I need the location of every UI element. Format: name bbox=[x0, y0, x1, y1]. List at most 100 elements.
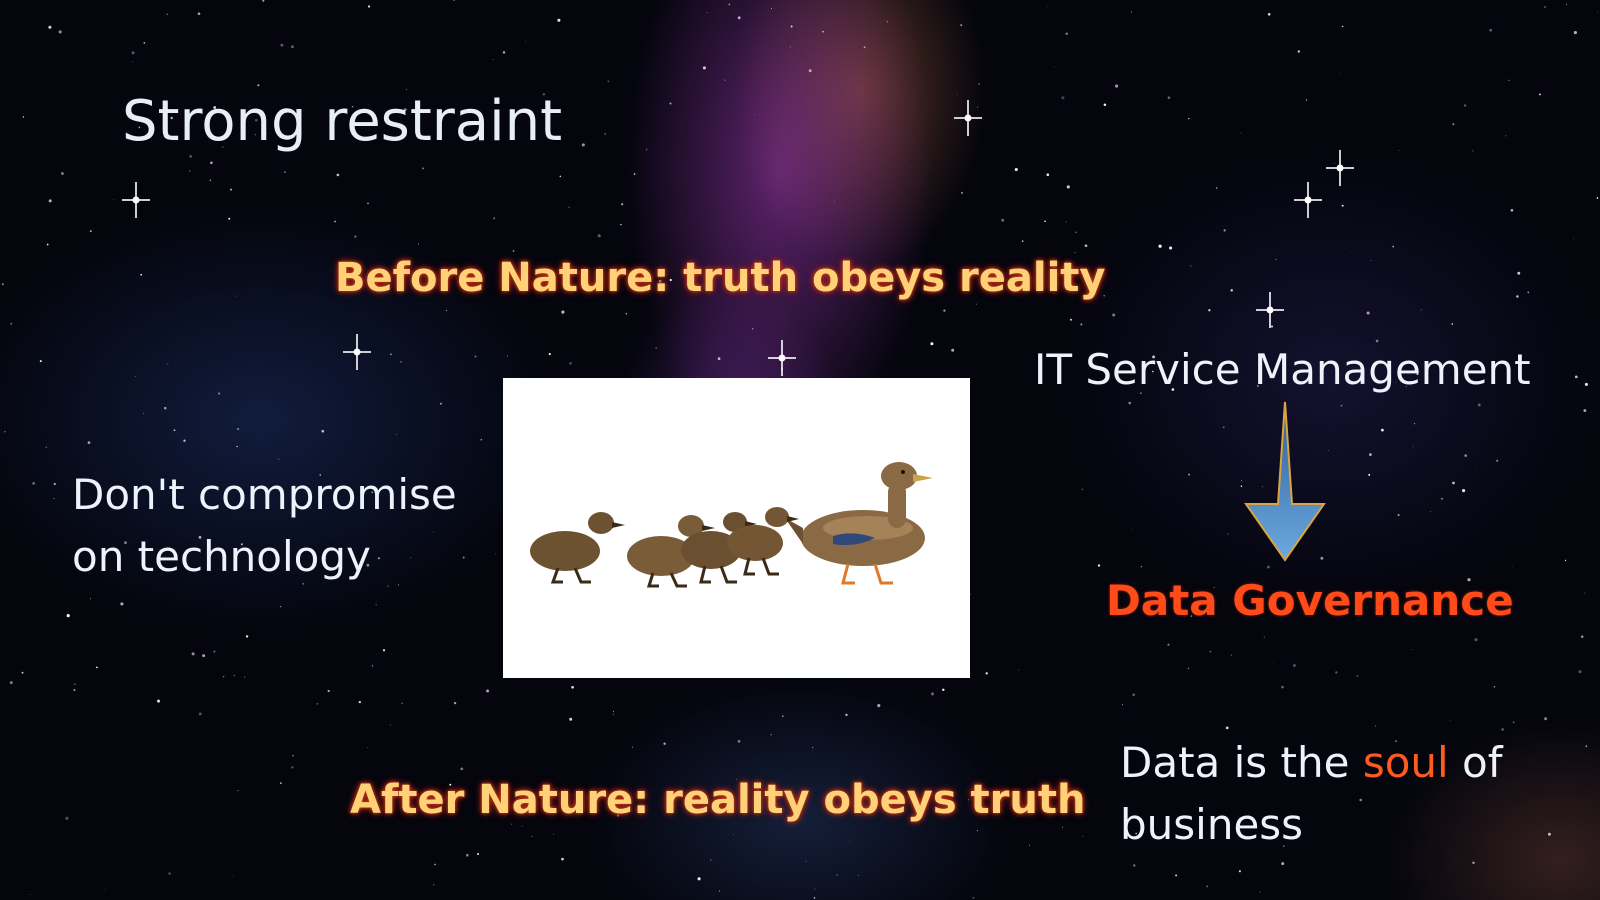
star bbox=[770, 7, 773, 9]
star bbox=[132, 60, 134, 63]
star bbox=[1267, 13, 1271, 16]
star bbox=[32, 482, 35, 485]
star bbox=[1359, 798, 1363, 802]
star bbox=[45, 446, 48, 449]
star bbox=[548, 353, 551, 356]
star bbox=[1412, 446, 1414, 448]
star bbox=[1544, 717, 1548, 721]
star bbox=[607, 80, 610, 83]
star bbox=[1512, 721, 1515, 724]
star bbox=[1122, 704, 1124, 706]
star bbox=[813, 897, 816, 899]
star bbox=[633, 173, 636, 175]
star bbox=[66, 614, 70, 618]
star bbox=[1366, 311, 1370, 315]
star bbox=[284, 171, 286, 173]
bright-star bbox=[122, 182, 150, 218]
star bbox=[1544, 6, 1546, 8]
star bbox=[1411, 649, 1413, 651]
star bbox=[1462, 489, 1466, 493]
star bbox=[371, 665, 374, 667]
star bbox=[113, 199, 115, 201]
star bbox=[978, 83, 980, 85]
star bbox=[561, 857, 564, 861]
star bbox=[1133, 864, 1136, 867]
star bbox=[1496, 459, 1499, 462]
bright-star bbox=[1294, 182, 1322, 218]
star bbox=[210, 161, 213, 165]
star bbox=[367, 746, 369, 749]
star bbox=[1001, 218, 1005, 222]
star bbox=[222, 675, 225, 678]
star bbox=[612, 713, 615, 716]
star bbox=[1464, 454, 1467, 457]
star bbox=[559, 175, 562, 178]
star bbox=[1222, 426, 1225, 429]
soul-prefix: Data is the bbox=[1120, 738, 1363, 787]
after-nature-text: After Nature: reality obeys truth bbox=[350, 777, 1086, 823]
star bbox=[1103, 103, 1107, 106]
star bbox=[525, 40, 527, 42]
star bbox=[1452, 481, 1455, 485]
star bbox=[1350, 250, 1351, 252]
star bbox=[1206, 885, 1209, 888]
bright-star bbox=[768, 340, 796, 376]
star bbox=[531, 835, 533, 838]
star bbox=[183, 439, 186, 442]
star bbox=[1046, 173, 1050, 177]
star bbox=[1187, 667, 1189, 670]
star bbox=[230, 188, 232, 191]
star bbox=[217, 392, 221, 395]
star bbox=[717, 357, 721, 360]
star bbox=[1061, 826, 1063, 828]
star bbox=[1273, 661, 1274, 663]
star bbox=[257, 84, 260, 87]
star bbox=[120, 602, 124, 606]
star bbox=[65, 816, 69, 820]
star bbox=[781, 715, 784, 718]
star bbox=[22, 116, 25, 118]
star bbox=[1053, 66, 1055, 68]
star bbox=[168, 872, 171, 875]
star bbox=[396, 434, 398, 435]
star bbox=[822, 30, 824, 33]
data-governance-text: Data Governance bbox=[1106, 576, 1514, 625]
star bbox=[1375, 339, 1379, 343]
star bbox=[1581, 635, 1584, 638]
star bbox=[1489, 28, 1493, 32]
star bbox=[1275, 259, 1277, 260]
star bbox=[1341, 25, 1344, 28]
star bbox=[96, 666, 98, 669]
star bbox=[1066, 185, 1070, 189]
star bbox=[754, 114, 756, 115]
star bbox=[863, 46, 866, 49]
star bbox=[1381, 428, 1384, 432]
star bbox=[1158, 244, 1162, 248]
star bbox=[1132, 693, 1135, 697]
star bbox=[87, 441, 91, 444]
star bbox=[1297, 50, 1301, 53]
star bbox=[21, 671, 24, 674]
star bbox=[857, 875, 859, 877]
left-text-line1: Don't compromise bbox=[72, 470, 457, 519]
star bbox=[1140, 566, 1142, 568]
star bbox=[1341, 204, 1344, 207]
star bbox=[1061, 96, 1065, 100]
star bbox=[73, 689, 76, 692]
star bbox=[302, 583, 304, 585]
star bbox=[1227, 533, 1229, 535]
star bbox=[53, 482, 56, 486]
star bbox=[400, 360, 402, 363]
star bbox=[4, 430, 6, 433]
star bbox=[474, 355, 477, 358]
star bbox=[625, 313, 628, 315]
star bbox=[1511, 565, 1513, 567]
slide-title: Strong restraint bbox=[122, 89, 563, 154]
star bbox=[492, 59, 494, 60]
star bbox=[1441, 497, 1443, 500]
star bbox=[1430, 511, 1432, 513]
star bbox=[502, 51, 506, 54]
star bbox=[46, 243, 49, 246]
star bbox=[1474, 638, 1478, 642]
star bbox=[1208, 309, 1211, 312]
